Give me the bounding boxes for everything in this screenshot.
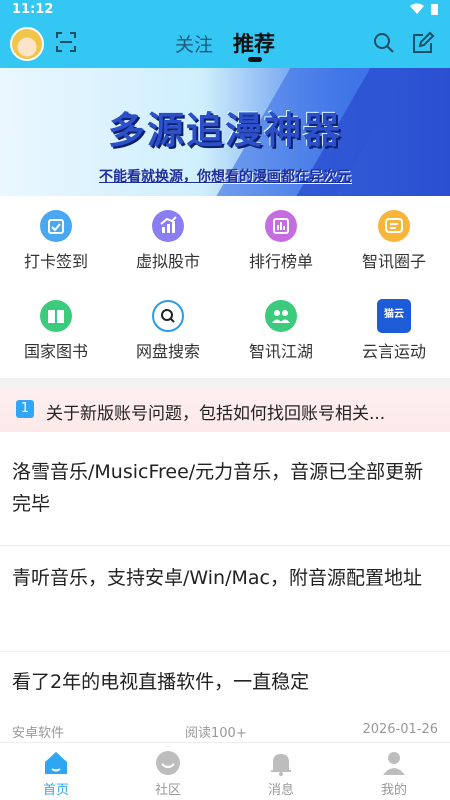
notice-number-badge: 1 [16,400,34,418]
bottom-nav: 首页 社区 消息 我的 [0,742,450,800]
cloud-logo-icon: 猫云 [377,299,411,333]
people-icon [265,300,297,332]
logo-text: 猫云 [384,309,404,320]
grid-item-label: 云言运动 [361,342,426,361]
edit-icon[interactable] [411,31,435,55]
status-bar: 11:12 [0,0,450,20]
notice-bar[interactable]: 1 关于新版账号问题，包括如何找回账号相关... [0,388,450,432]
grid-item-library[interactable]: 国家图书 [0,290,112,370]
grid-item-label: 打卡签到 [23,252,88,271]
tab-follow[interactable]: 关注 [175,30,213,57]
nav-profile[interactable]: 我的 [338,747,450,799]
notice-text: 关于新版账号问题，包括如何找回账号相关... [46,404,386,424]
grid-item-label: 虚拟股市 [135,252,200,271]
nav-label: 消息 [267,783,294,798]
nav-home[interactable]: 首页 [0,747,112,799]
section-divider [0,378,450,388]
status-time: 11:12 [12,2,54,17]
list-item[interactable]: 青听音乐，支持安卓/Win/Mac，附音源配置地址 [0,546,450,652]
magnifier-icon [152,300,184,332]
post-meta: 安卓软件 阅读100+ 2026-01-26 [0,722,450,742]
post-title: 看了2年的电视直播软件，一直稳定 [12,671,310,693]
calendar-check-icon [40,210,72,242]
battery-icon [431,4,438,15]
grid-item-yunyan[interactable]: 猫云 云言运动 [338,290,450,370]
grid-item-disk-search[interactable]: 网盘搜索 [112,290,224,370]
post-reads: 阅读100+ [185,726,247,741]
community-icon [156,751,180,775]
user-icon [383,752,405,775]
grid-item-label: 网盘搜索 [135,342,200,361]
nav-label: 我的 [380,783,407,798]
home-icon [45,752,67,774]
grid-item-label: 智讯圈子 [361,252,426,271]
banner-subtitle: 不能看就换源，你想看的漫画都在异次元 [99,169,351,185]
ranking-bars-icon [265,210,297,242]
nav-community[interactable]: 社区 [112,747,224,799]
grid-item-label: 国家图书 [23,342,88,361]
grid-item-jianghu[interactable]: 智讯江湖 [225,290,337,370]
grid-item-checkin[interactable]: 打卡签到 [0,200,112,280]
feature-grid: 打卡签到 虚拟股市 排行榜单 智讯圈子 国家图书 网盘搜索 智讯江湖 猫云 云言… [0,200,450,378]
post-title: 青听音乐，支持安卓/Win/Mac，附音源配置地址 [12,567,422,589]
list-item[interactable]: 洛雪音乐/MusicFree/元力音乐，音源已全部更新完毕 [0,432,450,546]
nav-messages[interactable]: 消息 [225,747,337,799]
post-date: 2026-01-26 [362,722,438,737]
chat-list-icon [378,210,410,242]
nav-label: 社区 [154,783,181,798]
banner-title: 多源追漫神器 [108,108,342,152]
stock-chart-icon [152,210,184,242]
grid-item-circle[interactable]: 智讯圈子 [338,200,450,280]
grid-item-label: 排行榜单 [248,252,313,271]
avatar[interactable] [10,27,44,61]
grid-item-stock[interactable]: 虚拟股市 [112,200,224,280]
book-icon [40,300,72,332]
app-header: 关注 推荐 [0,20,450,66]
promo-banner[interactable]: 多源追漫神器 不能看就换源，你想看的漫画都在异次元 [0,68,450,196]
search-icon[interactable] [372,31,396,55]
grid-item-label: 智讯江湖 [248,342,313,361]
nav-label: 首页 [42,783,69,798]
grid-item-ranking[interactable]: 排行榜单 [225,200,337,280]
post-title: 洛雪音乐/MusicFree/元力音乐，音源已全部更新完毕 [12,461,424,515]
post-category: 安卓软件 [12,726,65,741]
top-header: 11:12 关注 推荐 [0,0,450,68]
bell-icon [271,754,291,776]
scan-icon[interactable] [54,30,78,54]
tab-indicator [248,57,262,62]
wifi-icon [410,3,424,14]
tab-recommend[interactable]: 推荐 [233,28,275,58]
